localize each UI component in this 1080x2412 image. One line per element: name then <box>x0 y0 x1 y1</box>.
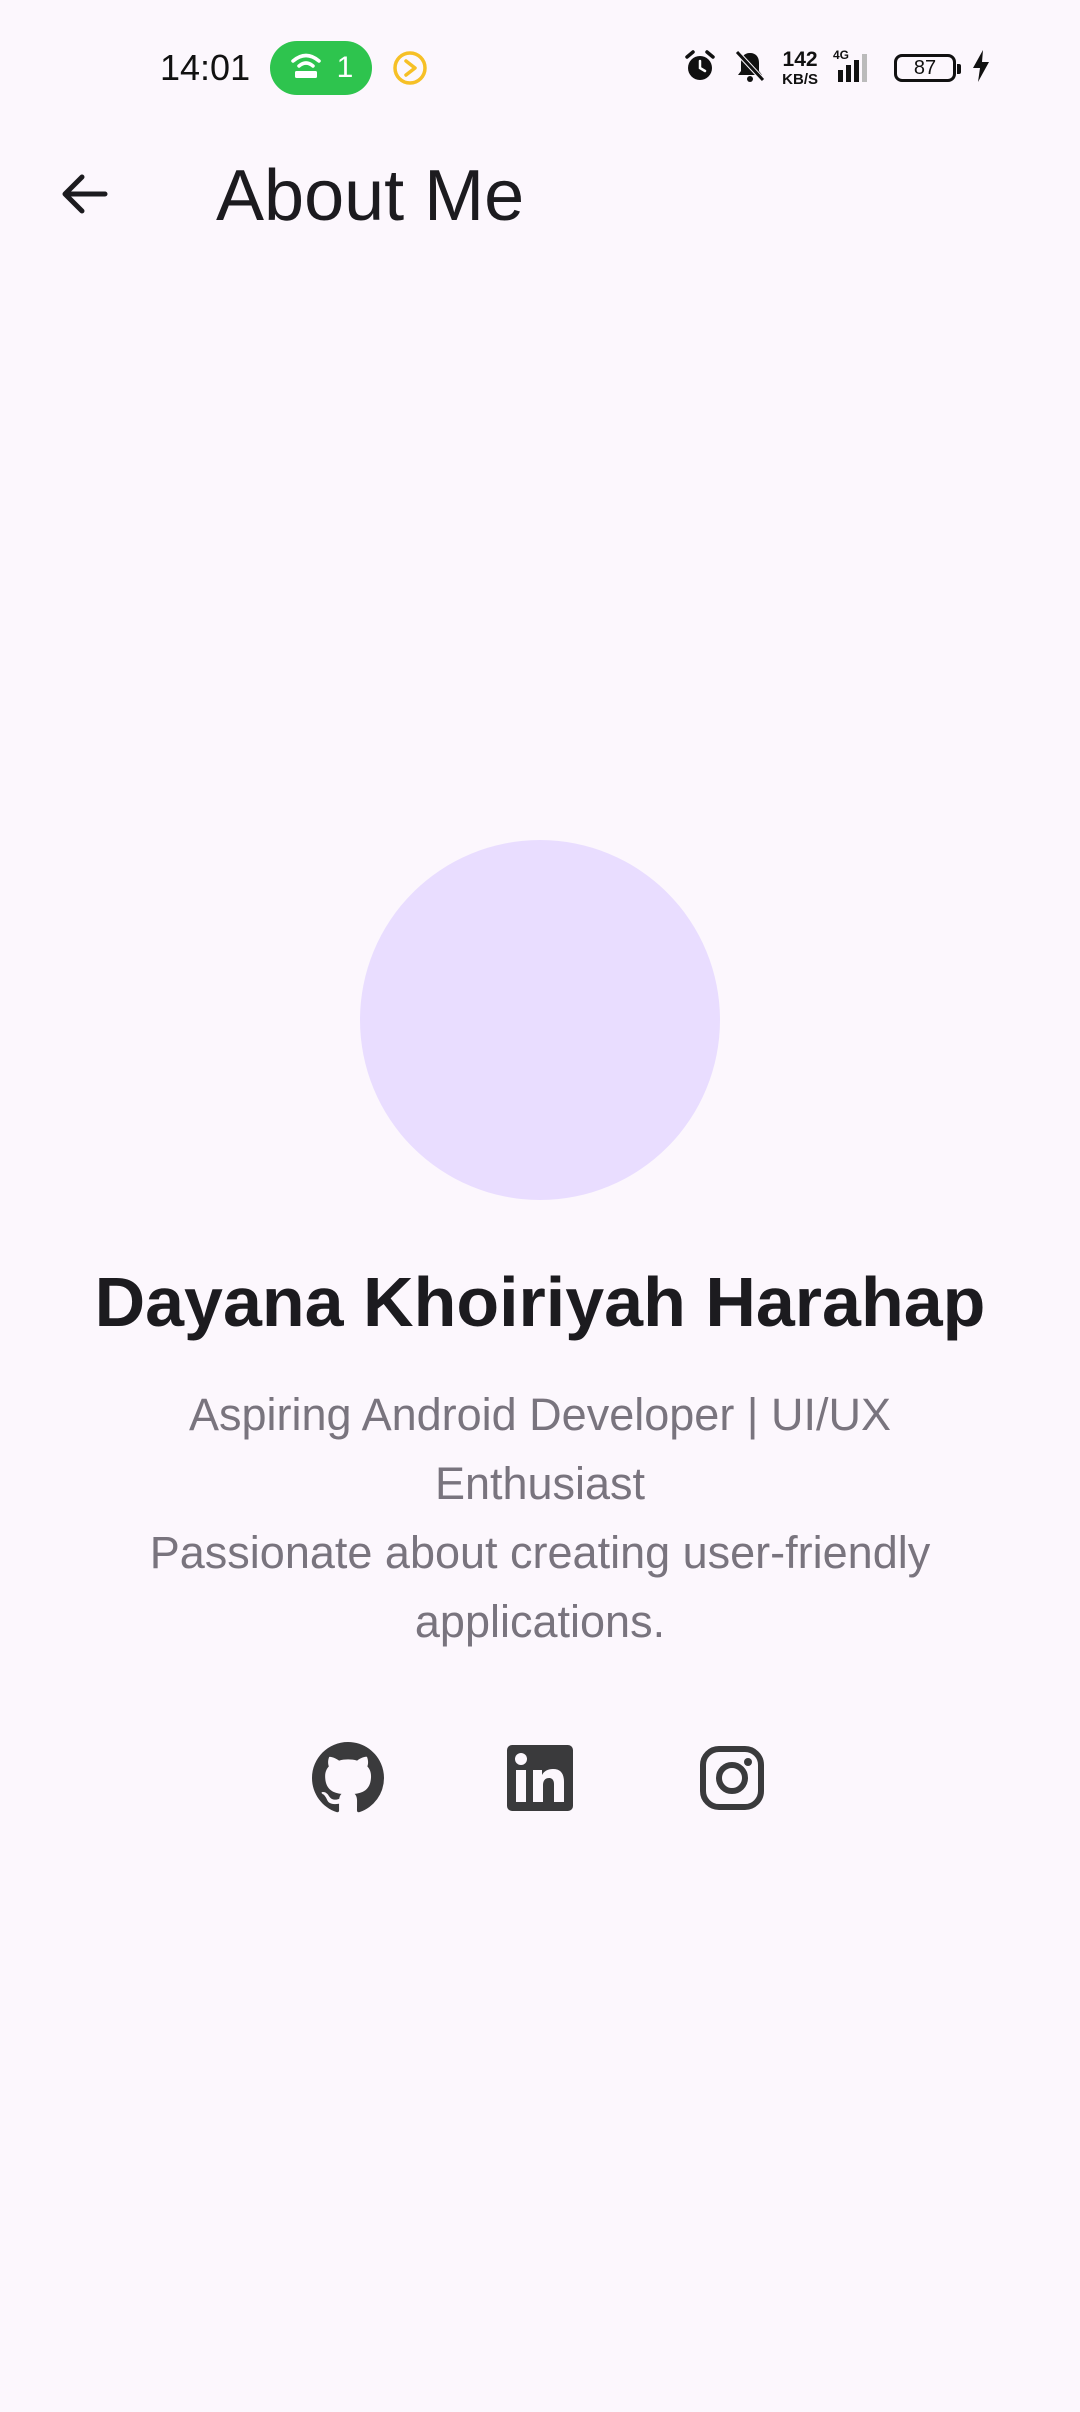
github-icon <box>312 1741 384 1819</box>
status-bar: 14:01 1 142 KB/S 4G 87 <box>0 0 1080 140</box>
media-play-icon <box>392 50 428 86</box>
signal-icon: 4G <box>832 48 880 89</box>
hotspot-icon <box>289 51 323 86</box>
battery-level: 87 <box>913 57 937 79</box>
network-speed: 142 KB/S <box>782 49 818 87</box>
profile-name: Dayana Khoiriyah Harahap <box>94 1263 986 1341</box>
page-title: About Me <box>216 156 525 236</box>
github-link[interactable] <box>308 1740 388 1820</box>
mute-icon <box>732 48 768 89</box>
status-time: 14:01 <box>160 47 251 88</box>
arrow-back-icon <box>57 166 113 227</box>
hotspot-count: 1 <box>336 51 354 84</box>
network-speed-value: 142 <box>782 48 818 71</box>
alarm-icon <box>682 48 718 89</box>
status-icons: 142 KB/S 4G 87 <box>682 46 992 90</box>
linkedin-link[interactable] <box>500 1740 580 1820</box>
instagram-link[interactable] <box>692 1740 772 1820</box>
instagram-icon <box>699 1745 765 1816</box>
back-button[interactable] <box>40 164 130 228</box>
hotspot-indicator: 1 <box>270 41 372 95</box>
network-speed-unit: KB/S <box>782 71 818 88</box>
battery-icon: 87 <box>894 54 961 82</box>
social-links <box>0 1740 1080 1820</box>
linkedin-icon <box>507 1744 573 1816</box>
network-type-label: 4G <box>833 48 849 62</box>
profile-bio: Aspiring Android Developer | UI/UX Enthu… <box>149 1389 931 1647</box>
charging-icon <box>970 49 992 88</box>
app-bar: About Me <box>0 140 1080 252</box>
avatar <box>360 840 720 1200</box>
